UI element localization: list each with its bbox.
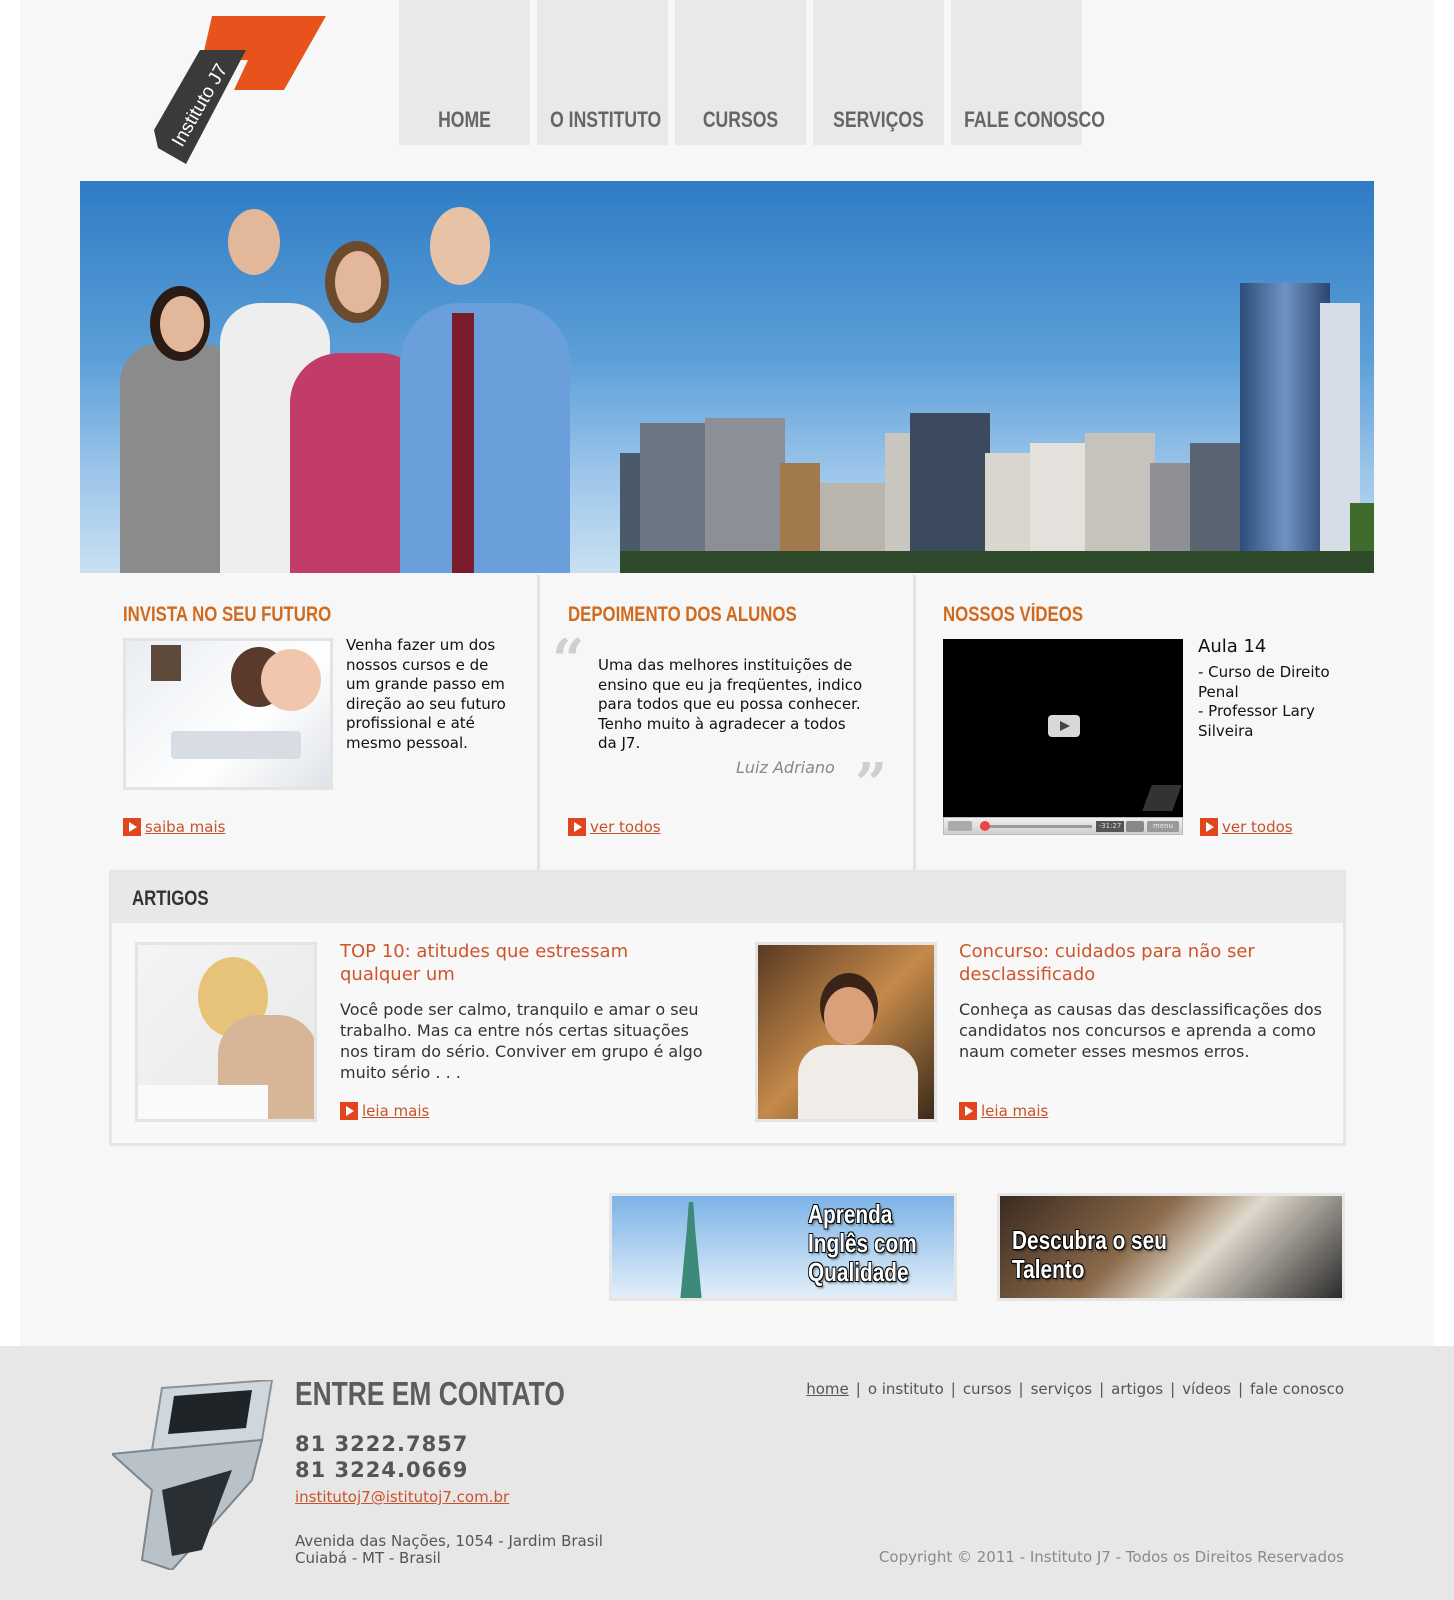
watermark-logo-icon [1142,785,1182,811]
building [1240,283,1330,573]
building [910,413,990,573]
videos-more-link[interactable]: ver todos [1200,818,1293,836]
phone-1: 81 3222.7857 [295,1432,469,1456]
address: Avenida das Nações, 1054 - Jardim Brasil… [295,1532,603,1567]
papers [138,1085,268,1119]
footer-link-fale-conosco[interactable]: fale conosco [1250,1380,1344,1398]
invista-more-link[interactable]: saiba mais [123,818,225,836]
nav-label: FALE CONOSCO [964,107,1105,132]
baby-head [261,649,321,711]
play-arrow-icon [959,1102,977,1120]
play-button-icon[interactable] [1048,715,1080,737]
column-divider [913,575,916,870]
footer-nav: home | o instituto | cursos | serviços | art… [806,1380,1344,1398]
building [620,551,1374,573]
nav-home[interactable]: HOME [399,0,530,145]
column-divider [537,575,540,870]
contact-title: ENTRE EM CONTATO [295,1375,565,1412]
phone-icon [112,1380,274,1570]
nav-fale-conosco[interactable]: FALE CONOSCO [951,0,1105,145]
article-1-text: Você pode ser calmo, tranquilo e amar o … [340,1000,703,1082]
play-arrow-icon [123,818,141,836]
person-head [228,209,280,275]
statue-of-liberty-icon [680,1202,702,1298]
nav-label: O INSTITUTO [550,107,662,132]
volume-icon[interactable] [1126,821,1144,832]
article-2-title[interactable]: Concurso: cuidados para não ser desclass… [959,940,1289,986]
copyright: Copyright © 2011 - Instituto J7 - Todos … [878,1548,1344,1566]
play-arrow-icon [568,818,586,836]
contact-email-link[interactable]: institutoj7@istitutoj7.com.br [295,1488,509,1506]
nav-label: CURSOS [702,107,779,132]
video-professor: - Professor Lary Silveira [1198,702,1315,740]
article-1-more-link[interactable]: leia mais [340,1102,429,1120]
phone-2: 81 3224.0669 [295,1458,469,1482]
footer-link-servicos[interactable]: serviços [1031,1380,1093,1398]
banner-talento[interactable]: Descubra o seu Talento [997,1193,1345,1301]
person-tie [452,313,474,573]
banner-talento-text: Descubra o seu Talento [1012,1225,1167,1284]
artigos-header: ARTIGOS [112,873,1343,923]
nav-cursos[interactable]: CURSOS [675,0,806,145]
video-menu-button[interactable]: menu [1147,821,1179,832]
depoimento-title: DEPOIMENTO DOS ALUNOS [568,603,797,626]
footer-link-artigos[interactable]: artigos [1111,1380,1163,1398]
article-1-title[interactable]: TOP 10: atitudes que estressam qualquer … [340,940,640,986]
nav-label: SERVIÇOS [833,107,924,132]
play-arrow-icon [1200,818,1218,836]
nav-label: HOME [438,107,491,132]
depoimento-quote: Uma das melhores instituições de ensino … [598,656,863,752]
logo[interactable]: Instituto J7 [150,12,330,167]
article-2-text: Conheça as causas das desclassificações … [959,1000,1322,1061]
article-2-more-link[interactable]: leia mais [959,1102,1048,1120]
nav-servicos[interactable]: SERVIÇOS [813,0,944,145]
nav-o-instituto[interactable]: O INSTITUTO [537,0,668,145]
person-head [430,207,490,285]
invista-text: Venha fazer um dos nossos cursos e de um… [346,636,506,752]
person-head [160,296,204,352]
article-1-image [135,942,317,1122]
artigos-heading: ARTIGOS [132,887,209,910]
depoimento-more-link[interactable]: ver todos [568,818,661,836]
student-body [798,1045,918,1119]
pause-button-icon[interactable] [948,821,972,831]
progress-handle[interactable] [980,821,990,831]
footer-link-home[interactable]: home [806,1380,849,1398]
open-quote-icon: “ [552,627,585,693]
laptop-icon [171,731,301,759]
footer: ENTRE EM CONTATO 81 3222.7857 81 3224.06… [0,1346,1454,1600]
person-body [400,303,570,573]
footer-link-o-instituto[interactable]: o instituto [868,1380,944,1398]
student-head [824,987,874,1045]
footer-link-cursos[interactable]: cursos [963,1380,1012,1398]
video-player[interactable] [943,639,1183,817]
videos-title: NOSSOS VÍDEOS [943,603,1084,626]
banner-ingles[interactable]: Aprenda Inglês com Qualidade [609,1193,957,1301]
progress-track[interactable] [980,825,1092,828]
hero-banner [80,181,1374,573]
video-controls: -31:27 menu [943,817,1183,835]
invista-image [123,638,333,790]
picture-frame-icon [151,645,181,681]
close-quote-icon: ” [855,751,888,817]
logo-mark-icon: Instituto J7 [154,16,326,164]
video-title: Aula 14 [1198,636,1267,657]
building [705,418,785,573]
play-arrow-icon [340,1102,358,1120]
invista-title: INVISTA NO SEU FUTURO [123,603,332,626]
article-2-image [755,942,937,1122]
depoimento-author: Luiz Adriano [736,758,835,777]
video-time: -31:27 [1096,821,1124,832]
banner-ingles-text: Aprenda Inglês com Qualidade [808,1199,917,1287]
video-course: - Curso de Direito Penal [1198,663,1330,701]
footer-link-videos[interactable]: vídeos [1182,1380,1231,1398]
person-head [335,251,381,313]
